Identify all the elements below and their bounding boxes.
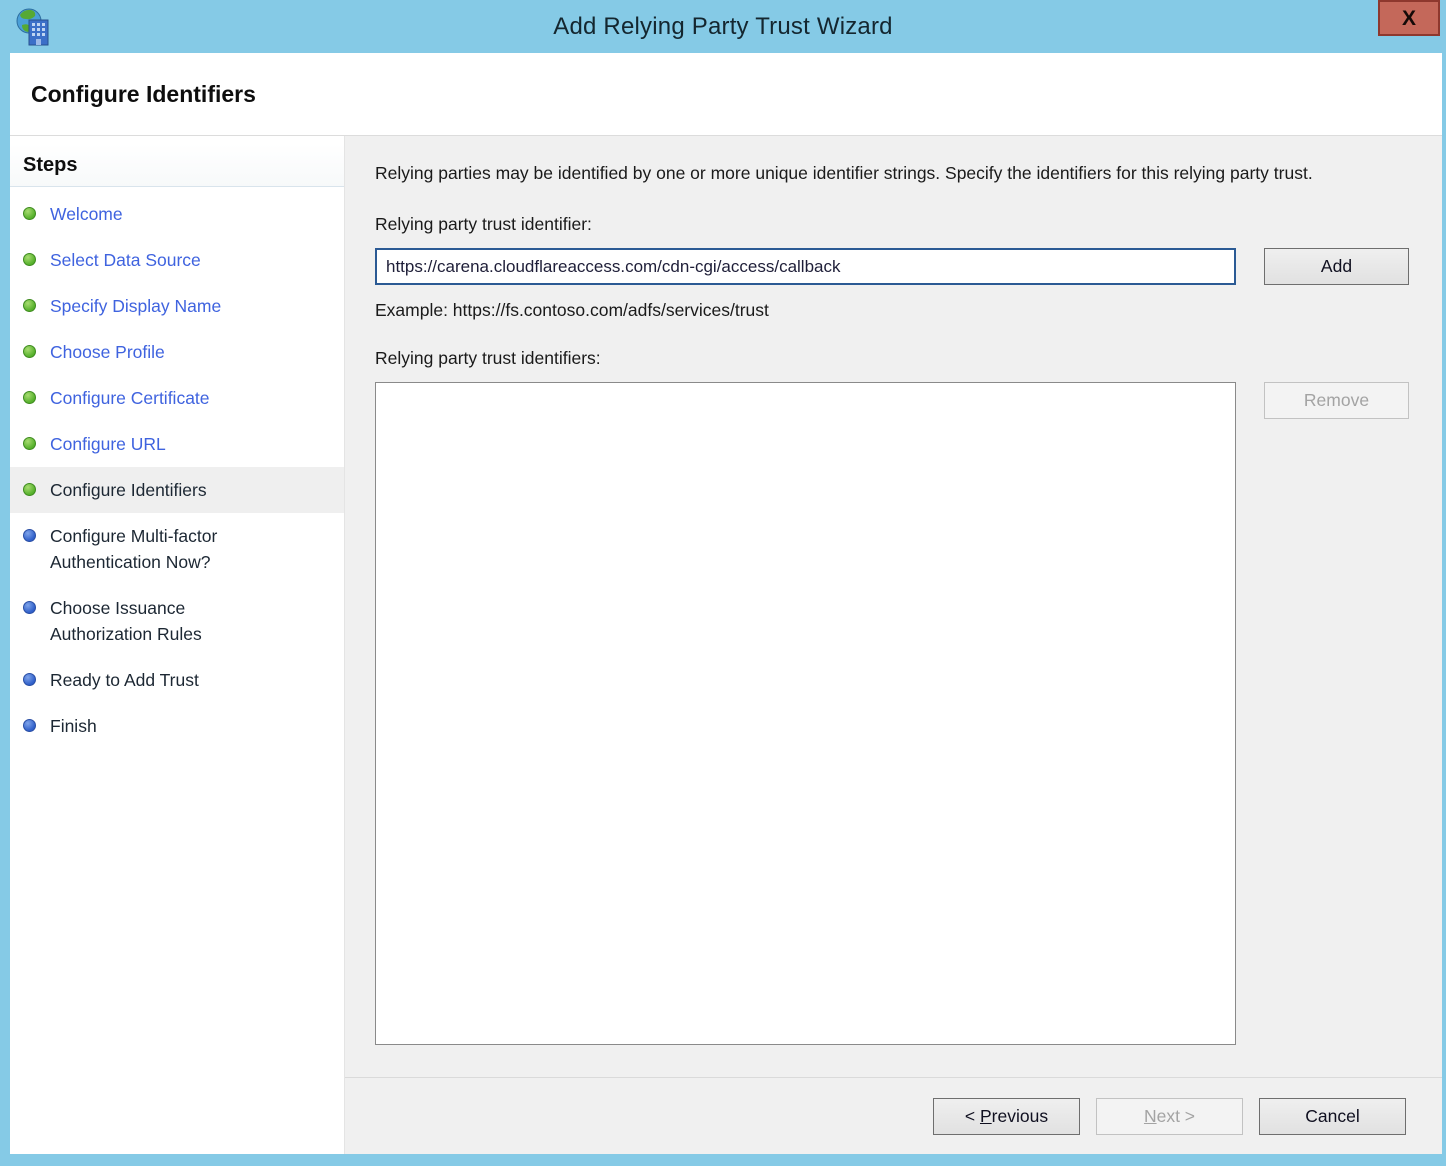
step-current-icon [23, 483, 36, 496]
step-label: Ready to Add Trust [50, 667, 199, 693]
step-configure-identifiers[interactable]: Configure Identifiers [10, 467, 344, 513]
remove-button[interactable]: Remove [1264, 382, 1409, 419]
wizard-footer: < Previous Next > Cancel [345, 1077, 1442, 1154]
close-button[interactable]: X [1378, 0, 1440, 36]
step-label: Finish [50, 713, 97, 739]
window-title: Add Relying Party Trust Wizard [0, 0, 1446, 53]
steps-list: Welcome Select Data Source Specify Displ… [10, 191, 344, 749]
step-pending-icon [23, 673, 36, 686]
step-done-icon [23, 345, 36, 358]
step-configure-multifactor-authentication: Configure Multi-factor Authentication No… [10, 513, 344, 585]
step-welcome[interactable]: Welcome [10, 191, 344, 237]
step-pending-icon [23, 719, 36, 732]
step-label: Specify Display Name [50, 293, 221, 319]
step-label: Configure URL [50, 431, 166, 457]
step-done-icon [23, 207, 36, 220]
adfs-globe-building-icon [14, 7, 54, 47]
steps-heading: Steps [10, 144, 344, 187]
step-label: Select Data Source [50, 247, 201, 273]
step-configure-certificate[interactable]: Configure Certificate [10, 375, 344, 421]
step-choose-profile[interactable]: Choose Profile [10, 329, 344, 375]
step-label: Welcome [50, 201, 123, 227]
page-header: Configure Identifiers [10, 53, 1442, 136]
content-pane: Relying parties may be identified by one… [345, 136, 1442, 1154]
step-label: Choose Issuance Authorization Rules [50, 595, 255, 647]
add-button[interactable]: Add [1264, 248, 1409, 285]
step-done-icon [23, 437, 36, 450]
step-label: Configure Multi-factor Authentication No… [50, 523, 255, 575]
previous-button[interactable]: < Previous [933, 1098, 1080, 1135]
identifier-field-label: Relying party trust identifier: [375, 214, 1409, 235]
steps-sidebar: Steps Welcome Select Data Source Specify… [10, 136, 345, 1154]
identifiers-list-label: Relying party trust identifiers: [375, 348, 1409, 369]
step-pending-icon [23, 601, 36, 614]
titlebar: Add Relying Party Trust Wizard X [0, 0, 1446, 53]
step-label: Configure Identifiers [50, 477, 207, 503]
step-done-icon [23, 299, 36, 312]
step-pending-icon [23, 529, 36, 542]
page-title: Configure Identifiers [31, 81, 256, 108]
step-ready-to-add-trust: Ready to Add Trust [10, 657, 344, 703]
wizard-panel: Configure Identifiers Steps Welcome Sele… [10, 53, 1442, 1154]
step-done-icon [23, 253, 36, 266]
identifier-input[interactable] [375, 248, 1236, 285]
step-label: Choose Profile [50, 339, 165, 365]
step-label: Configure Certificate [50, 385, 210, 411]
step-specify-display-name[interactable]: Specify Display Name [10, 283, 344, 329]
wizard-window: Add Relying Party Trust Wizard X Configu… [0, 0, 1446, 1166]
next-button[interactable]: Next > [1096, 1098, 1243, 1135]
step-select-data-source[interactable]: Select Data Source [10, 237, 344, 283]
example-text: Example: https://fs.contoso.com/adfs/ser… [375, 300, 1409, 321]
step-choose-issuance-authorization-rules: Choose Issuance Authorization Rules [10, 585, 344, 657]
cancel-button[interactable]: Cancel [1259, 1098, 1406, 1135]
step-finish: Finish [10, 703, 344, 749]
step-done-icon [23, 391, 36, 404]
step-configure-url[interactable]: Configure URL [10, 421, 344, 467]
description-text: Relying parties may be identified by one… [375, 160, 1400, 187]
identifiers-listbox[interactable] [375, 382, 1236, 1045]
